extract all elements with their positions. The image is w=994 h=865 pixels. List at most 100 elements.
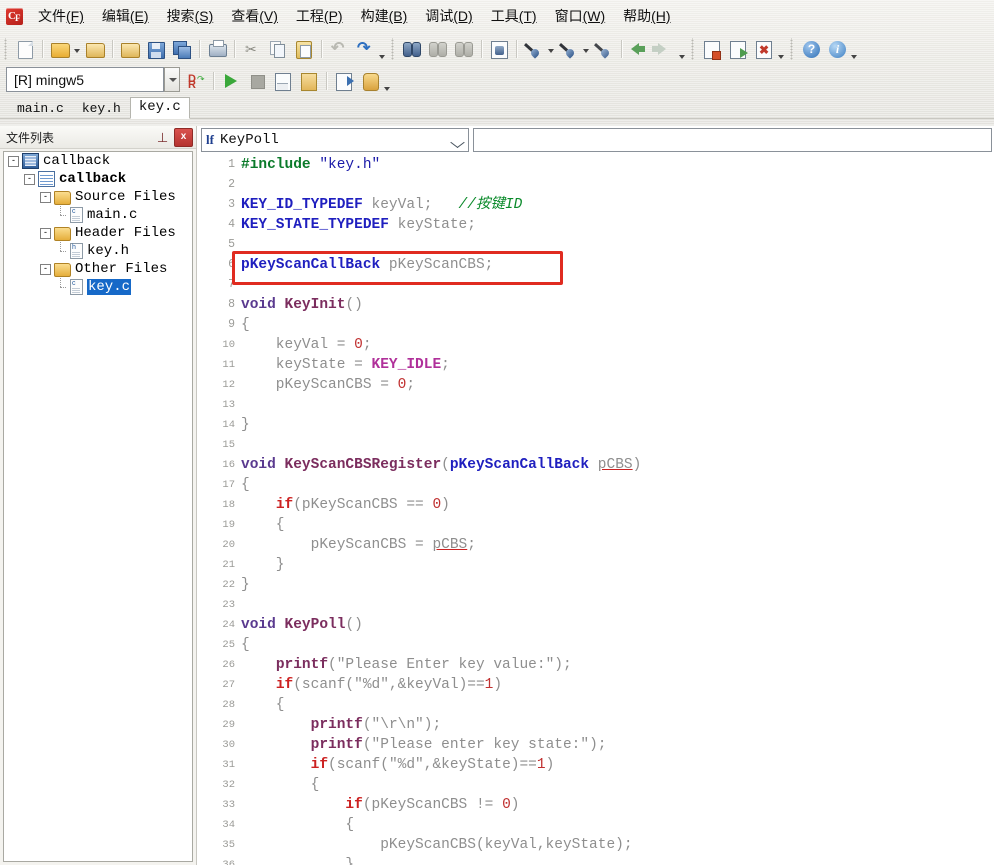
code-line[interactable]: 14} bbox=[197, 415, 994, 435]
code-line[interactable]: 33 if(pKeyScanCBS != 0) bbox=[197, 795, 994, 815]
tree-item-source-files[interactable]: - Source Files bbox=[4, 188, 192, 206]
replace-button[interactable] bbox=[557, 38, 581, 61]
navigate-dropdown[interactable] bbox=[678, 38, 687, 61]
code-line[interactable]: 27 if(scanf("%d",&keyVal)==1) bbox=[197, 675, 994, 695]
tree-expander-icon[interactable]: - bbox=[40, 227, 51, 239]
stop-button[interactable] bbox=[245, 70, 269, 93]
code-line[interactable]: 32 { bbox=[197, 775, 994, 795]
navigate-forward-button[interactable] bbox=[652, 38, 677, 61]
code-line[interactable]: 3 KEY_ID_TYPEDEF keyVal; //按键ID bbox=[197, 195, 994, 215]
menu-window[interactable]: 窗口(W) bbox=[546, 3, 615, 29]
replace-dropdown[interactable] bbox=[582, 38, 591, 61]
code-line[interactable]: 36 } bbox=[197, 855, 994, 865]
code-line[interactable]: 5 bbox=[197, 235, 994, 255]
code-line[interactable]: 10 keyVal = 0; bbox=[197, 335, 994, 355]
code-line[interactable]: 26 printf("Please Enter key value:"); bbox=[197, 655, 994, 675]
copy-button[interactable] bbox=[266, 38, 290, 61]
toolbar-grip[interactable] bbox=[390, 38, 397, 60]
tree-item-other-files[interactable]: - Other Files bbox=[4, 260, 192, 278]
run-button[interactable] bbox=[219, 70, 243, 93]
pin-icon[interactable]: ⊥ bbox=[154, 129, 171, 146]
code-line[interactable]: 23 bbox=[197, 595, 994, 615]
code-line[interactable]: 31 if(scanf("%d",&keyState)==1) bbox=[197, 755, 994, 775]
code-line[interactable]: 25 { bbox=[197, 635, 994, 655]
code-line[interactable]: 18 if(pKeyScanCBS == 0) bbox=[197, 495, 994, 515]
insert-button[interactable] bbox=[700, 38, 724, 61]
find-in-files-button[interactable] bbox=[487, 38, 511, 61]
rebuild-button[interactable] bbox=[297, 70, 321, 93]
code-line[interactable]: 8 void KeyInit() bbox=[197, 295, 994, 315]
tree-expander-icon[interactable]: - bbox=[8, 155, 19, 167]
tree-item-callback[interactable]: - callback bbox=[4, 170, 192, 188]
abort-button[interactable]: ✖ bbox=[752, 38, 776, 61]
print-button[interactable] bbox=[205, 38, 229, 61]
menu-view[interactable]: 查看(V) bbox=[222, 3, 287, 29]
code-line[interactable]: 29 printf("\r\n"); bbox=[197, 715, 994, 735]
profiling-button[interactable] bbox=[358, 70, 382, 93]
tree-item-header-files[interactable]: - Header Files bbox=[4, 224, 192, 242]
code-line[interactable]: 24 void KeyPoll() bbox=[197, 615, 994, 635]
find-next-button[interactable] bbox=[426, 38, 450, 61]
tree-expander-icon[interactable]: - bbox=[40, 191, 51, 203]
save-all-button[interactable] bbox=[83, 38, 107, 61]
code-line[interactable]: 9{ bbox=[197, 315, 994, 335]
tree-expander-icon[interactable]: - bbox=[40, 263, 51, 275]
find-previous-button[interactable] bbox=[452, 38, 476, 61]
menu-search[interactable]: 搜索(S) bbox=[158, 3, 223, 29]
code-line[interactable]: 22} bbox=[197, 575, 994, 595]
code-line[interactable]: 16 void KeyScanCBSRegister(pKeyScanCallBa… bbox=[197, 455, 994, 475]
code-line[interactable]: 17 { bbox=[197, 475, 994, 495]
compile-button[interactable] bbox=[271, 70, 295, 93]
code-line[interactable]: 34 { bbox=[197, 815, 994, 835]
code-line[interactable]: 20 pKeyScanCBS = pCBS; bbox=[197, 535, 994, 555]
paste-button[interactable] bbox=[292, 38, 316, 61]
code-line[interactable]: 1 #include "key.h" bbox=[197, 155, 994, 175]
compiler-swap-button[interactable]: D R ↷ bbox=[184, 70, 208, 93]
tree-item-main-c[interactable]: c main.c bbox=[4, 206, 192, 224]
code-line[interactable]: 35 pKeyScanCBS(keyVal,keyState); bbox=[197, 835, 994, 855]
toolbar-grip[interactable] bbox=[789, 38, 796, 60]
class-selector[interactable] bbox=[473, 128, 992, 152]
function-selector[interactable]: lf KeyPoll bbox=[201, 128, 469, 152]
file-tab-key-h[interactable]: key.h bbox=[73, 98, 130, 119]
tree-item-key-c[interactable]: c key.c bbox=[4, 278, 192, 296]
toggle-button[interactable] bbox=[726, 38, 750, 61]
code-line[interactable]: 30 printf("Please enter key state:"); bbox=[197, 735, 994, 755]
code-line[interactable]: 2 bbox=[197, 175, 994, 195]
file-tab-main-c[interactable]: main.c bbox=[8, 98, 73, 119]
help-button[interactable]: ? bbox=[799, 38, 823, 61]
source-code[interactable]: 1 #include "key.h" 2 3 KEY_ID_TYPEDEF keyVal… bbox=[197, 155, 994, 865]
help-dropdown[interactable] bbox=[850, 38, 859, 61]
code-line[interactable]: 21 } bbox=[197, 555, 994, 575]
compile-and-run-button[interactable] bbox=[332, 70, 356, 93]
code-line[interactable]: 6 pKeyScanCallBack pKeyScanCBS; bbox=[197, 255, 994, 275]
code-line[interactable]: 13 bbox=[197, 395, 994, 415]
about-button[interactable]: i bbox=[825, 38, 849, 61]
remove-bookmark-button[interactable] bbox=[592, 38, 616, 61]
goto-dropdown[interactable] bbox=[547, 38, 556, 61]
code-line[interactable]: 12 pKeyScanCBS = 0; bbox=[197, 375, 994, 395]
insert-dropdown[interactable] bbox=[777, 38, 786, 61]
code-line[interactable]: 11 keyState = KEY_IDLE; bbox=[197, 355, 994, 375]
toolbar-grip[interactable] bbox=[3, 38, 10, 60]
redo-button[interactable]: ↷ bbox=[353, 38, 377, 61]
new-file-button[interactable] bbox=[13, 38, 37, 61]
find-button[interactable] bbox=[400, 38, 424, 61]
code-line[interactable]: 7 bbox=[197, 275, 994, 295]
menu-debug[interactable]: 调试(D) bbox=[416, 3, 481, 29]
undo-history-dropdown[interactable] bbox=[378, 38, 387, 61]
tree-expander-icon[interactable]: - bbox=[24, 173, 35, 185]
save-button[interactable] bbox=[144, 38, 168, 61]
code-line[interactable]: 28 { bbox=[197, 695, 994, 715]
menu-tools[interactable]: 工具(T) bbox=[482, 3, 546, 29]
toolbar-grip[interactable] bbox=[690, 38, 697, 60]
menu-help[interactable]: 帮助(H) bbox=[614, 3, 679, 29]
menu-edit[interactable]: 编辑(E) bbox=[93, 3, 158, 29]
open-file-button[interactable] bbox=[48, 38, 72, 61]
code-line[interactable]: 19 { bbox=[197, 515, 994, 535]
undo-button[interactable]: ↶ bbox=[327, 38, 351, 61]
menu-file[interactable]: 文件(F) bbox=[29, 3, 93, 29]
close-icon[interactable]: x bbox=[174, 127, 193, 147]
navigate-back-button[interactable] bbox=[627, 38, 651, 61]
build-dropdown[interactable] bbox=[383, 70, 392, 93]
